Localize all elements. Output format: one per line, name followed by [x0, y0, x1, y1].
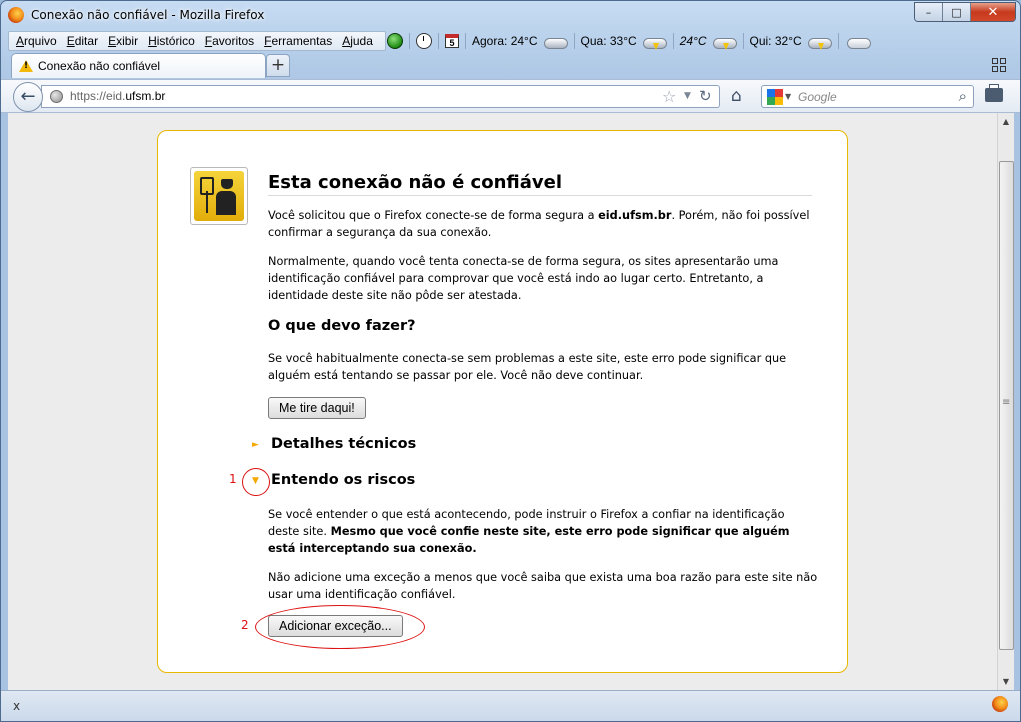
window-controls: – □ ✕	[914, 2, 1016, 22]
firefox-logo-icon	[8, 7, 24, 23]
menu-ferramentas[interactable]: Ferramentas	[259, 34, 337, 48]
site-identity-globe-icon[interactable]	[50, 90, 63, 103]
bookmark-star-icon[interactable]: ☆	[662, 87, 676, 106]
menu-favoritos[interactable]: Favoritos	[200, 34, 259, 48]
annotation-circle-2	[255, 605, 425, 649]
menu-arquivo[interactable]: Arquivo	[11, 34, 62, 48]
page-content: Esta conexão não é confiável Você solici…	[8, 113, 997, 690]
close-addon-bar-icon[interactable]: x	[13, 699, 20, 713]
search-bar[interactable]: ▼ Google ⌕	[761, 85, 974, 108]
toolbar-separator	[573, 33, 575, 49]
close-button[interactable]: ✕	[971, 3, 1015, 21]
navigation-bar: https://eid.ufsm.br ☆ ▼ ↻ ← ⌂ ▼ Google ⌕	[1, 79, 1020, 113]
calendar-icon[interactable]: 5	[445, 34, 459, 48]
toolbar-separator	[742, 33, 744, 49]
new-tab-button[interactable]: +	[266, 54, 290, 77]
understand-risks-toggle[interactable]: Entendo os riscos	[271, 472, 415, 488]
error-panel: Esta conexão não é confiável Você solici…	[157, 130, 848, 673]
menu-exibir[interactable]: Exibir	[103, 34, 143, 48]
toolbar-separator	[438, 33, 439, 49]
storm-icon	[806, 34, 832, 50]
security-officer-icon	[190, 167, 248, 225]
add-on-bar: x	[1, 690, 1020, 721]
title-bar: Conexão não confiável - Mozilla Firefox …	[1, 1, 1020, 29]
clock-icon[interactable]	[416, 33, 432, 49]
vertical-scrollbar[interactable]: ▲ ▼	[997, 113, 1014, 690]
tab-label: Conexão não confiável	[38, 59, 161, 73]
url-text[interactable]: https://eid.ufsm.br	[70, 89, 165, 103]
toolbar-separator	[465, 33, 466, 49]
advice-paragraph: Se você habitualmente conecta-se sem pro…	[268, 352, 787, 382]
identity-paragraph: Normalmente, quando você tenta conecta-s…	[268, 255, 779, 302]
menu-editar[interactable]: Editar	[62, 34, 103, 48]
technical-details-toggle[interactable]: Detalhes técnicos	[271, 436, 416, 452]
menu-historico[interactable]: Histórico	[143, 34, 200, 48]
minimize-button[interactable]: –	[915, 3, 943, 21]
scroll-thumb[interactable]	[999, 161, 1014, 650]
weather-wed-low[interactable]: 24°C	[680, 34, 707, 48]
storm-icon	[641, 34, 667, 50]
tab-untrusted-connection[interactable]: Conexão não confiável	[11, 53, 266, 78]
toolbar-separator	[409, 33, 410, 49]
toolbar-separator	[672, 33, 674, 49]
annotation-number-1: 1	[229, 472, 237, 486]
page-title: Esta conexão não é confiável	[268, 172, 812, 196]
exception-warning-paragraph: Não adicione uma exceção a menos que voc…	[268, 571, 818, 601]
weather-thu[interactable]: Qui: 32°C	[750, 34, 802, 48]
menu-ajuda[interactable]: Ajuda	[337, 34, 378, 48]
firefox-status-icon[interactable]	[992, 696, 1008, 712]
engine-dropdown-icon[interactable]: ▼	[785, 92, 791, 101]
status-green-icon[interactable]	[387, 33, 403, 49]
annotation-number-2: 2	[241, 618, 249, 632]
expand-triangle-icon[interactable]: ►	[252, 440, 259, 450]
partly-cloudy-icon[interactable]	[844, 34, 871, 49]
annotation-circle-1	[242, 468, 270, 496]
storm-icon	[711, 34, 737, 50]
url-bar[interactable]: https://eid.ufsm.br ☆ ▼ ↻	[41, 85, 720, 108]
home-icon[interactable]: ⌂	[731, 87, 742, 105]
back-button[interactable]: ←	[13, 82, 43, 112]
what-to-do-heading: O que devo fazer?	[268, 318, 416, 334]
get-me-out-button[interactable]: Me tire daqui!	[268, 397, 366, 419]
reload-icon[interactable]: ↻	[699, 87, 712, 105]
weather-now[interactable]: Agora: 24°C	[472, 34, 538, 48]
firefox-window: Conexão não confiável - Mozilla Firefox …	[0, 0, 1021, 722]
maximize-button[interactable]: □	[943, 3, 971, 21]
tab-groups-icon[interactable]	[992, 58, 1008, 74]
addon-toolbar: 5 Agora: 24°C Qua: 33°C 24°C Qui: 32°C	[387, 31, 871, 51]
menu-bar: Arquivo Editar Exibir Histórico Favorito…	[8, 31, 386, 51]
tab-bar: Conexão não confiável +	[1, 53, 1020, 79]
printer-icon[interactable]	[985, 84, 1003, 102]
scroll-down-arrow-icon[interactable]: ▼	[998, 673, 1014, 690]
intro-paragraph: Você solicitou que o Firefox conecte-se …	[268, 209, 810, 239]
search-input[interactable]: Google	[798, 90, 837, 104]
cloud-icon	[542, 34, 568, 49]
search-icon[interactable]: ⌕	[959, 87, 967, 105]
toolbar-separator	[837, 33, 839, 49]
warning-icon	[19, 60, 33, 72]
window-title: Conexão não confiável - Mozilla Firefox	[31, 8, 265, 22]
scroll-up-arrow-icon[interactable]: ▲	[998, 113, 1014, 130]
google-engine-icon[interactable]	[767, 89, 783, 105]
weather-wed[interactable]: Qua: 33°C	[581, 34, 637, 48]
risks-paragraph: Se você entender o que está acontecendo,…	[268, 508, 790, 555]
history-dropdown-icon[interactable]: ▼	[684, 91, 691, 101]
